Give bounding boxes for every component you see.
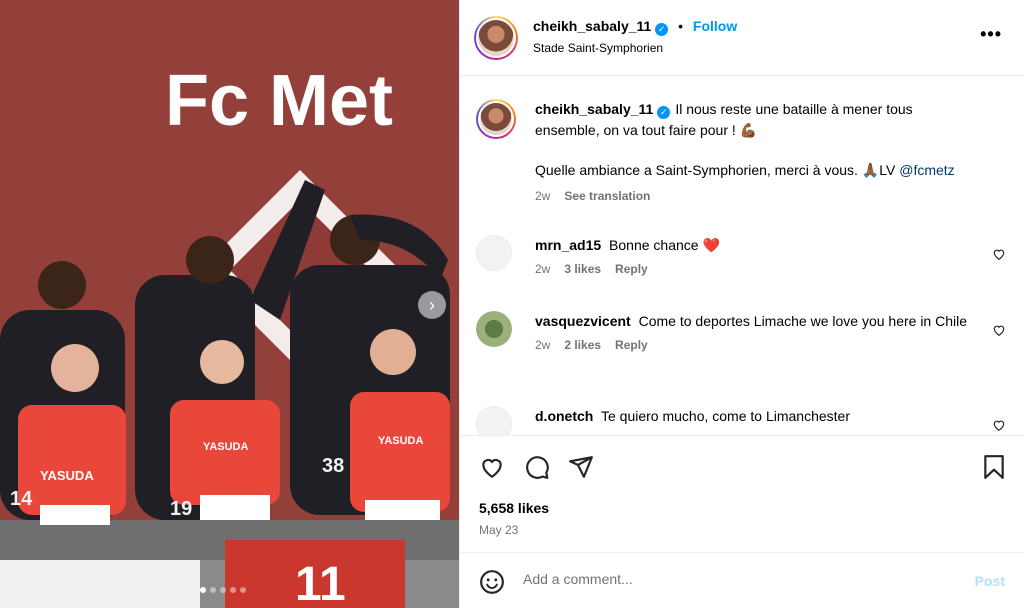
carousel-next-button[interactable]: › [418, 291, 446, 319]
caption-line-2: Quelle ambiance a Saint-Symphorien, merc… [535, 162, 896, 178]
carousel-dot [210, 587, 216, 593]
comment-input[interactable] [523, 571, 943, 587]
jersey-number-1: 14 [10, 488, 33, 510]
comment-text: vasquezvicent Come to deportes Limache w… [535, 311, 975, 332]
likes-count[interactable]: 5,658 likes [479, 500, 549, 516]
location-link[interactable]: Stade Saint-Symphorien [533, 41, 663, 55]
like-comment-heart-icon[interactable] [992, 323, 1006, 337]
carousel-dot [220, 587, 226, 593]
carousel-dot [240, 587, 246, 593]
carousel-dots [200, 587, 246, 593]
comment-avatar[interactable] [476, 235, 512, 271]
caption-avatar[interactable] [476, 99, 516, 139]
comment-username[interactable]: vasquezvicent [535, 313, 631, 329]
caption-second-paragraph: Quelle ambiance a Saint-Symphorien, merc… [535, 160, 975, 181]
see-translation-button[interactable]: See translation [564, 189, 650, 203]
caption-text: cheikh_sabaly_11 ✓ Il nous reste une batai… [535, 99, 975, 141]
comment-likes[interactable]: 3 likes [564, 262, 601, 276]
comment-meta: 2w 2 likes Reply [535, 338, 1006, 352]
comment-body: Bonne chance ❤️ [609, 237, 720, 253]
author-username[interactable]: cheikh_sabaly_11 [533, 18, 651, 34]
comment-body: Te quiero mucho, come to Limanchester [600, 408, 850, 424]
post-header: cheikh_sabaly_11 ✓ • Follow Stade Saint-… [460, 0, 1024, 76]
separator-dot: • [678, 18, 683, 34]
post-date: May 23 [479, 523, 519, 537]
like-heart-icon[interactable] [479, 454, 505, 480]
carousel-dot [200, 587, 206, 593]
comment-bubble-icon[interactable] [524, 454, 550, 480]
caption-time: 2w [535, 189, 551, 203]
caption: cheikh_sabaly_11 ✓ Il nous reste une batai… [476, 99, 1006, 203]
jersey-sponsor-2: YASUDA [203, 441, 248, 453]
comment-item: vasquezvicent Come to deportes Limache w… [476, 311, 1006, 352]
reply-button[interactable]: Reply [615, 262, 648, 276]
add-comment-bar: Post [460, 553, 1024, 608]
banner-text: Fc Met [165, 61, 393, 141]
comment-likes[interactable]: 2 likes [564, 338, 601, 352]
comment-time: 2w [535, 338, 551, 352]
author-avatar[interactable] [474, 16, 518, 60]
share-paper-plane-icon[interactable] [568, 454, 594, 480]
comment-avatar[interactable] [476, 311, 512, 347]
comment-meta: 2w 3 likes Reply [535, 262, 1006, 276]
caption-username[interactable]: cheikh_sabaly_11 [535, 101, 653, 117]
comment-item: d.onetch Te quiero mucho, come to Limanc… [476, 406, 1006, 435]
comment-username[interactable]: mrn_ad15 [535, 237, 601, 253]
comment-username[interactable]: d.onetch [535, 408, 593, 424]
mention-link[interactable]: @fcmetz [899, 162, 954, 178]
post-actions: 5,658 likes May 23 [460, 435, 1024, 553]
post-detail-panel: cheikh_sabaly_11 ✓ • Follow Stade Saint-… [459, 0, 1024, 608]
comment-item: mrn_ad15 Bonne chance ❤️ 2w 3 likes Repl… [476, 235, 1006, 276]
chevron-right-icon: › [429, 294, 435, 315]
like-comment-heart-icon[interactable] [992, 418, 1006, 432]
comment-time: 2w [535, 262, 551, 276]
jersey-sponsor-3: YASUDA [378, 435, 423, 447]
comment-text: mrn_ad15 Bonne chance ❤️ [535, 235, 975, 256]
more-options-icon[interactable]: ••• [980, 24, 1002, 45]
reply-button[interactable]: Reply [615, 338, 648, 352]
like-comment-heart-icon[interactable] [992, 247, 1006, 261]
carousel-dot [230, 587, 236, 593]
comments-list[interactable]: cheikh_sabaly_11 ✓ Il nous reste une batai… [460, 77, 1024, 435]
comment-body: Come to deportes Limache we love you her… [638, 313, 968, 329]
save-bookmark-icon[interactable] [981, 454, 1007, 480]
follow-button[interactable]: Follow [693, 18, 737, 34]
jersey-number-3: 38 [322, 455, 344, 477]
post-photo[interactable]: Fc Met 11 YASUDA YASUDA YASUDA 14 19 38 … [0, 0, 459, 608]
bottom-banner-text: 11 [295, 558, 346, 608]
post-comment-button[interactable]: Post [975, 573, 1005, 589]
comment-text: d.onetch Te quiero mucho, come to Limanc… [535, 406, 975, 427]
jersey-number-2: 19 [170, 498, 192, 520]
jersey-sponsor-1: YASUDA [40, 468, 94, 483]
comment-avatar[interactable] [476, 406, 512, 435]
author-line: cheikh_sabaly_11 ✓ • Follow [533, 18, 737, 36]
photo-illustration: Fc Met 11 YASUDA YASUDA YASUDA 14 19 38 [0, 0, 459, 608]
verified-badge-icon: ✓ [657, 106, 671, 119]
caption-meta: 2w See translation [535, 189, 1006, 203]
verified-badge-icon: ✓ [655, 23, 669, 36]
emoji-smile-icon[interactable] [479, 569, 505, 595]
